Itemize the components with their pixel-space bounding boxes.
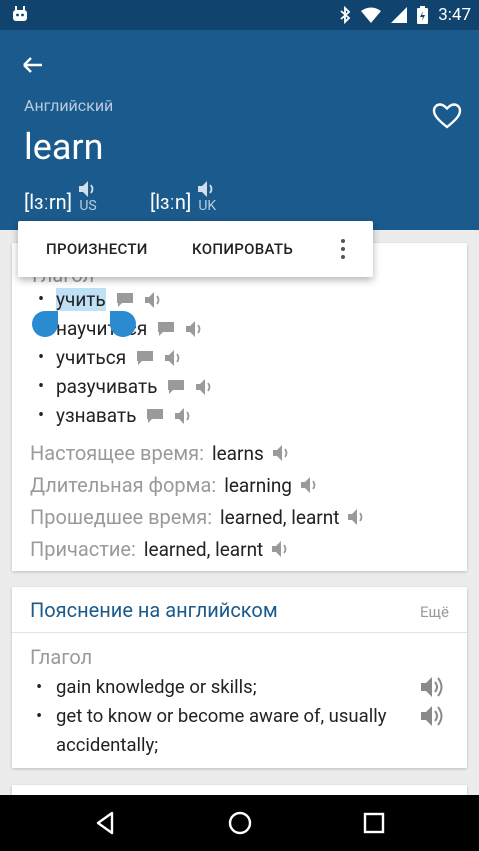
translation-card: Глагол • учить • научиться • учиться • р… [12, 243, 467, 571]
circle-home-icon [228, 811, 252, 835]
speaker-icon[interactable] [185, 320, 205, 338]
definition-list: • gain knowledge or skills; • get to kno… [36, 673, 456, 760]
word-title: learn [24, 126, 104, 168]
verb-form-row: Длительная форма: learning [30, 469, 367, 501]
word-header: Английский learn [lɜːrn] US [lɜːn] UK [0, 30, 479, 230]
pronunciation-us[interactable]: [lɜːrn] US [24, 180, 98, 215]
speaker-icon[interactable] [271, 540, 291, 558]
battery-charging-icon [417, 6, 429, 24]
status-bar: 3:47 [0, 0, 479, 30]
home-nav-button[interactable] [226, 809, 254, 837]
translation-item[interactable]: • учить [38, 285, 215, 314]
back-button[interactable] [18, 50, 48, 80]
menu-item-pronounce[interactable]: ПРОИЗНЕСТИ [46, 240, 148, 258]
comment-icon[interactable] [167, 379, 185, 395]
translation-text[interactable]: разучивать [56, 375, 157, 398]
verb-form-row: Причастие: learned, learnt [30, 533, 367, 565]
translation-item[interactable]: • узнавать [38, 401, 215, 430]
back-nav-button[interactable] [92, 809, 120, 837]
comment-icon[interactable] [136, 350, 154, 366]
menu-item-copy[interactable]: КОПИРОВАТЬ [192, 240, 293, 258]
square-recents-icon [363, 812, 385, 834]
recents-nav-button[interactable] [360, 809, 388, 837]
verb-forms: Настоящее время: learns Длительная форма… [30, 437, 367, 565]
translation-list: • учить • научиться • учиться • разучива… [38, 285, 215, 430]
definition-item: • get to know or become aware of, usuall… [36, 702, 456, 760]
definition-item: • gain knowledge or skills; [36, 673, 456, 702]
comment-icon[interactable] [157, 321, 175, 337]
speaker-icon[interactable] [300, 476, 320, 494]
speaker-icon[interactable] [164, 349, 184, 367]
part-of-speech-label: Глагол [30, 645, 93, 669]
locale-code-us: US [79, 198, 97, 214]
translation-text-selected[interactable]: учить [56, 288, 106, 311]
translation-item[interactable]: • учиться [38, 343, 215, 372]
speaker-icon[interactable] [420, 675, 446, 699]
comment-icon[interactable] [146, 408, 164, 424]
speaker-icon [79, 181, 94, 197]
ipa-us: [lɜːrn] [24, 190, 73, 214]
text-selection-menu: ПРОИЗНЕСТИ КОПИРОВАТЬ [18, 221, 373, 277]
speaker-icon[interactable] [272, 444, 292, 462]
translation-item[interactable]: • разучивать [38, 372, 215, 401]
cell-signal-icon [391, 7, 408, 23]
english-definition-card: Пояснение на английском Ещё Глагол • gai… [12, 587, 467, 768]
speaker-icon[interactable] [195, 378, 215, 396]
wifi-icon [361, 7, 382, 23]
speaker-icon[interactable] [347, 508, 367, 526]
navigation-bar [0, 795, 479, 851]
verb-form-row: Прошедшее время: learned, learnt [30, 501, 367, 533]
more-vert-icon[interactable] [336, 237, 350, 261]
more-link[interactable]: Ещё [420, 603, 449, 621]
translation-text[interactable]: узнавать [56, 404, 136, 427]
android-debug-icon [10, 5, 30, 25]
speaker-icon[interactable] [420, 704, 446, 728]
verb-form-row: Настоящее время: learns [30, 437, 367, 469]
heart-outline-icon [432, 103, 462, 129]
pronunciation-uk[interactable]: [lɜːn] UK [150, 180, 217, 215]
locale-code-uk: UK [198, 198, 217, 214]
triangle-back-icon [96, 811, 114, 835]
translation-text[interactable]: учиться [56, 346, 126, 369]
card-title: Пояснение на английском [30, 598, 278, 622]
clock: 3:47 [438, 5, 471, 25]
selection-handle-start[interactable] [32, 311, 58, 337]
comment-icon[interactable] [116, 292, 134, 308]
speaker-icon[interactable] [144, 291, 164, 309]
selection-handle-end[interactable] [110, 311, 136, 337]
card-header: Пояснение на английском Ещё [12, 587, 467, 633]
arrow-left-icon [23, 57, 42, 73]
ipa-uk: [lɜːn] [150, 190, 192, 214]
speaker-icon[interactable] [174, 407, 194, 425]
speaker-icon [198, 181, 213, 197]
bluetooth-icon [339, 6, 351, 24]
favorite-button[interactable] [431, 100, 463, 132]
source-language-label: Английский [24, 96, 114, 115]
